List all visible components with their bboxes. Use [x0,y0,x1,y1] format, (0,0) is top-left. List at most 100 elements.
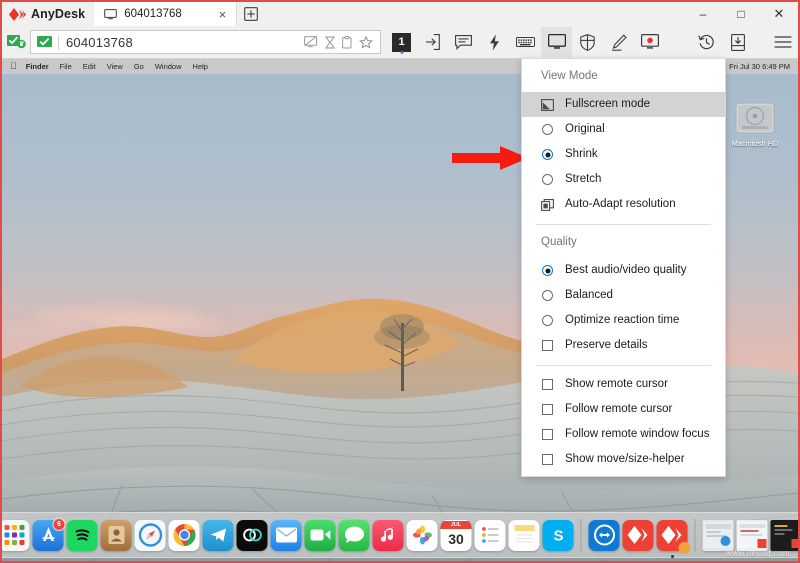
dock-item-launchpad[interactable] [2,520,30,551]
chat-button[interactable] [448,27,479,57]
menu-item-label: Follow remote window focus [565,429,709,441]
menu-item-auto-adapt-resolution[interactable]: Auto-Adapt resolution [522,192,725,217]
minimize-button[interactable]: – [684,2,722,26]
dock-item-facetime[interactable] [305,520,336,551]
address-bar[interactable]: 604013768 [30,30,381,54]
keyboard-button[interactable] [510,27,541,57]
send-login-icon [425,34,440,50]
menu-item-file[interactable]: File [60,62,72,71]
menu-item-label: Balanced [565,290,613,302]
dock-item-skype[interactable]: S [543,520,574,551]
dock-item-anydesk-alt[interactable] [657,520,688,551]
dock-item-photos[interactable] [407,520,438,551]
menu-item-show-remote-cursor[interactable]: Show remote cursor [522,372,725,397]
record-session-button[interactable] [634,27,665,57]
dock-item-notes[interactable] [509,520,540,551]
dock-item-messages[interactable] [339,520,370,551]
dock-item-music[interactable] [373,520,404,551]
radio-icon [541,314,554,327]
close-button[interactable]: ✕ [760,2,798,26]
menu-item-follow-remote-window-focus[interactable]: Follow remote window focus [522,422,725,447]
connection-status-group [2,33,27,51]
main-toolbar: 604013768 [2,26,798,59]
chat-icon [455,35,472,50]
whiteboard-button[interactable] [603,27,634,57]
view-mode-dropdown-menu: View Mode Fullscreen mode Original Shrin… [521,58,726,477]
anydesk-window: AnyDesk 604013768 × – □ ✕ [0,0,800,563]
dock-item-window-preview-3[interactable] [771,520,799,551]
menu-item-label: Show remote cursor [565,379,668,391]
fullscreen-icon [541,98,554,111]
whiteboard-pencil-icon [611,34,627,51]
session-tab[interactable]: 604013768 × [94,2,237,26]
file-transfer-button[interactable] [722,27,753,57]
menu-item-help[interactable]: Help [193,62,208,71]
record-session-icon [641,34,659,50]
hourglass-icon[interactable] [325,36,335,49]
titlebar-spacer [265,2,684,26]
menu-item-balanced[interactable]: Balanced [522,283,725,308]
dock-item-webex[interactable] [237,520,268,551]
dock-item-spotify[interactable] [67,520,98,551]
dock-item-telegram[interactable] [203,520,234,551]
send-login-button[interactable] [417,27,448,57]
permissions-shield-icon [580,34,595,51]
screen-off-icon[interactable] [304,36,318,49]
menu-item-show-move-size-helper[interactable]: Show move/size-helper [522,447,725,472]
desktop-icon-label: Macintosh HD [731,139,778,148]
clipboard-icon[interactable] [342,36,352,49]
menu-item-fullscreen-mode[interactable]: Fullscreen mode [522,92,725,117]
menu-item-go[interactable]: Go [134,62,144,71]
desktop-icon-macintosh-hd[interactable]: Macintosh HD [724,101,786,148]
dock-item-window-preview-1[interactable] [703,520,734,551]
toolbar-buttons: 1 [386,27,798,57]
remote-id-input[interactable]: 604013768 [66,35,304,50]
display-settings-button[interactable] [541,27,572,57]
menu-item-follow-remote-cursor[interactable]: Follow remote cursor [522,397,725,422]
history-icon [698,34,715,51]
actions-button[interactable] [479,27,510,57]
mac-dock: 6 [2,512,798,558]
calendar-day: 30 [448,529,464,549]
menu-item-view[interactable]: View [107,62,123,71]
menu-item-stretch[interactable]: Stretch [522,167,725,192]
apple-logo-icon[interactable]:  [10,62,17,71]
hamburger-menu-button[interactable] [767,27,798,57]
dock-item-safari[interactable] [135,520,166,551]
menu-item-shrink[interactable]: Shrink [522,142,725,167]
menu-section-quality-title: Quality [522,225,725,258]
dock-separator [695,519,696,551]
menu-item-finder[interactable]: Finder [26,62,49,71]
hard-drive-icon [734,101,776,137]
menu-item-optimize-reaction-time[interactable]: Optimize reaction time [522,308,725,333]
address-separator [58,35,59,50]
dock-item-calendar[interactable]: JUL 30 [441,520,472,551]
new-tab-icon [244,7,258,21]
dock-item-window-preview-2[interactable] [737,520,768,551]
title-bar: AnyDesk 604013768 × – □ ✕ [2,2,798,26]
dock-item-chrome[interactable] [169,520,200,551]
maximize-button[interactable]: □ [722,2,760,26]
tab-close-icon[interactable]: × [216,6,230,23]
history-button[interactable] [691,27,722,57]
dock-item-reminders[interactable] [475,520,506,551]
menu-item-edit[interactable]: Edit [83,62,96,71]
menu-item-label: Preserve details [565,340,647,352]
menu-item-original[interactable]: Original [522,117,725,142]
menu-item-best-quality[interactable]: Best audio/video quality [522,258,725,283]
menu-item-preserve-details[interactable]: Preserve details [522,333,725,358]
menu-bar-status-area: Fri Jul 30 6:49 PM [729,62,794,71]
favorite-star-icon[interactable] [359,36,373,49]
dock-item-mail[interactable] [271,520,302,551]
dock-item-app-store[interactable]: 6 [33,520,64,551]
dock-item-teamviewer[interactable] [589,520,620,551]
radio-icon-selected [541,264,554,277]
permissions-button[interactable] [572,27,603,57]
dock-item-anydesk[interactable] [623,520,654,551]
verified-badge-icon [34,34,54,50]
dock-item-contacts[interactable] [101,520,132,551]
new-tab-button[interactable] [237,2,265,26]
annotation-arrow [452,145,528,171]
menu-item-window[interactable]: Window [155,62,182,71]
session-count-button[interactable]: 1 [386,27,417,57]
